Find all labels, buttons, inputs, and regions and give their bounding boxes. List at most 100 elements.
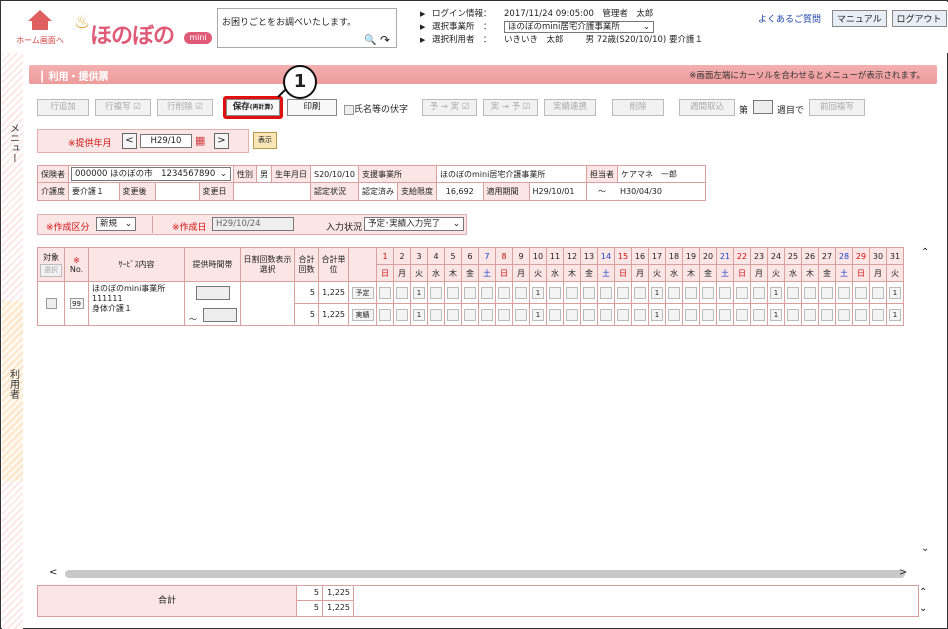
period-input[interactable]: H29/10 (140, 134, 192, 148)
end-time-input[interactable] (203, 308, 237, 322)
row-copy-button[interactable]: 行複写 ☑ (95, 99, 151, 116)
plan-day-cell[interactable] (702, 286, 714, 299)
plan-day-cell[interactable] (600, 286, 612, 299)
row-delete-button[interactable]: 行削除 ☑ (157, 99, 213, 116)
prev-copy-button[interactable]: 前回複写 (809, 99, 865, 116)
plan-day-cell[interactable]: 1 (770, 286, 782, 299)
plan-day-cell[interactable] (872, 286, 884, 299)
sidebar[interactable]: メニュー 利用者 (2, 53, 23, 629)
faq-link[interactable]: よくあるご質問 (758, 15, 821, 25)
plan-label[interactable]: 予定 (351, 286, 374, 299)
actual-day-cell[interactable] (396, 308, 408, 321)
plan-day-cell[interactable] (447, 286, 459, 299)
start-time-input[interactable] (195, 286, 230, 300)
name-ext-checkbox[interactable] (344, 104, 354, 115)
actual-day-cell[interactable] (583, 308, 595, 321)
chevron-down-icon[interactable]: ⌄ (919, 603, 927, 614)
name-ext-option[interactable]: 氏名等の伏字 (344, 102, 408, 115)
plan-day-cell[interactable] (430, 286, 442, 299)
actual-day-cell[interactable]: 1 (532, 308, 544, 321)
actual-day-cell[interactable] (430, 308, 442, 321)
plan-day-cell[interactable] (685, 286, 697, 299)
plan-day-cell[interactable] (481, 286, 493, 299)
row-add-button[interactable]: 行追加 (37, 99, 89, 116)
actual-day-cell[interactable] (447, 308, 459, 321)
actual-day-cell[interactable]: 1 (651, 308, 663, 321)
search-icon[interactable]: 🔍 (364, 35, 376, 46)
actual-day-cell[interactable] (379, 308, 391, 321)
logout-button[interactable]: ログアウト (891, 10, 947, 27)
actual-link-button[interactable]: 実績連携 (544, 99, 596, 116)
actual-day-cell[interactable] (838, 308, 850, 321)
plan-day-cell[interactable] (617, 286, 629, 299)
actual-day-cell[interactable] (855, 308, 867, 321)
prev-month-button[interactable]: < (122, 133, 137, 149)
actual-day-cell[interactable] (634, 308, 646, 321)
plan-day-cell[interactable] (821, 286, 833, 299)
chevron-down-icon[interactable]: ⌄ (921, 543, 929, 554)
actual-day-cell[interactable] (753, 308, 765, 321)
manual-button[interactable]: マニュアル (831, 10, 887, 27)
plan-day-cell[interactable] (855, 286, 867, 299)
actual-day-cell[interactable] (668, 308, 680, 321)
plan-day-cell[interactable] (515, 286, 527, 299)
actual-day-cell[interactable] (702, 308, 714, 321)
actual-day-cell[interactable] (804, 308, 816, 321)
actual-day-cell[interactable] (719, 308, 731, 321)
plan-day-cell[interactable] (498, 286, 510, 299)
kind-select[interactable]: 新規 ⌄ (96, 217, 136, 231)
actual-day-cell[interactable] (515, 308, 527, 321)
plan-day-cell[interactable] (379, 286, 391, 299)
select-all-button[interactable]: 選択 (40, 263, 62, 277)
sidebar-menu-label[interactable]: メニュー (3, 123, 22, 167)
print-button[interactable]: 印刷 (287, 99, 337, 116)
service-cell[interactable]: ほのぼのmini事業所 111111 身体介護１ (88, 281, 185, 326)
plan-day-cell[interactable] (736, 286, 748, 299)
plan-day-cell[interactable] (719, 286, 731, 299)
actual-day-cell[interactable]: 1 (770, 308, 782, 321)
calendar-icon[interactable]: ▦ (195, 134, 205, 147)
plan-day-cell[interactable] (396, 286, 408, 299)
week-input[interactable] (753, 100, 773, 114)
actual-day-cell[interactable] (464, 308, 476, 321)
home-button[interactable]: ホーム画面へ (16, 8, 64, 48)
delete-button[interactable]: 削除 (612, 99, 664, 116)
actual-day-cell[interactable] (685, 308, 697, 321)
actual-day-cell[interactable] (821, 308, 833, 321)
help-search-box[interactable]: お困りごとをお調べいたします。 🔍 ↷ (217, 8, 397, 48)
chevron-right-icon[interactable]: > (899, 567, 907, 578)
plan-day-cell[interactable] (566, 286, 578, 299)
plan-day-cell[interactable] (549, 286, 561, 299)
insurer-select[interactable]: 000000 ほのぼの市 1234567890 ⌄ (71, 167, 231, 181)
horizontal-scrollbar[interactable]: < > (37, 567, 935, 581)
chevron-up-icon[interactable]: ⌃ (919, 587, 927, 598)
actual-label[interactable]: 実績 (351, 308, 374, 321)
row-checkbox[interactable] (45, 298, 57, 309)
actual-day-cell[interactable] (872, 308, 884, 321)
chevron-up-icon[interactable]: ⌃ (921, 247, 929, 258)
plan-to-actual-button[interactable]: 予 → 実 ☑ (422, 99, 477, 116)
next-month-button[interactable]: > (214, 133, 229, 149)
actual-day-cell[interactable] (736, 308, 748, 321)
plan-day-cell[interactable] (668, 286, 680, 299)
scroll-thumb[interactable] (65, 570, 905, 578)
vertical-scrollbar[interactable]: ⌃ ⌄ (919, 247, 935, 563)
actual-day-cell[interactable] (498, 308, 510, 321)
actual-day-cell[interactable]: 1 (413, 308, 425, 321)
actual-day-cell[interactable] (481, 308, 493, 321)
plan-day-cell[interactable]: 1 (532, 286, 544, 299)
row-number[interactable]: 99 (69, 298, 84, 309)
actual-day-cell[interactable] (600, 308, 612, 321)
chevron-left-icon[interactable]: < (49, 567, 57, 578)
actual-day-cell[interactable] (617, 308, 629, 321)
plan-day-cell[interactable]: 1 (413, 286, 425, 299)
redo-arrow-icon[interactable]: ↷ (380, 33, 390, 47)
plan-day-cell[interactable] (753, 286, 765, 299)
plan-day-cell[interactable] (634, 286, 646, 299)
actual-day-cell[interactable]: 1 (889, 308, 901, 321)
plan-day-cell[interactable] (838, 286, 850, 299)
actual-to-plan-button[interactable]: 実 → 予 ☑ (483, 99, 538, 116)
status-select[interactable]: 予定･実績入力完了 ⌄ (364, 217, 464, 231)
plan-day-cell[interactable] (787, 286, 799, 299)
plan-day-cell[interactable] (804, 286, 816, 299)
